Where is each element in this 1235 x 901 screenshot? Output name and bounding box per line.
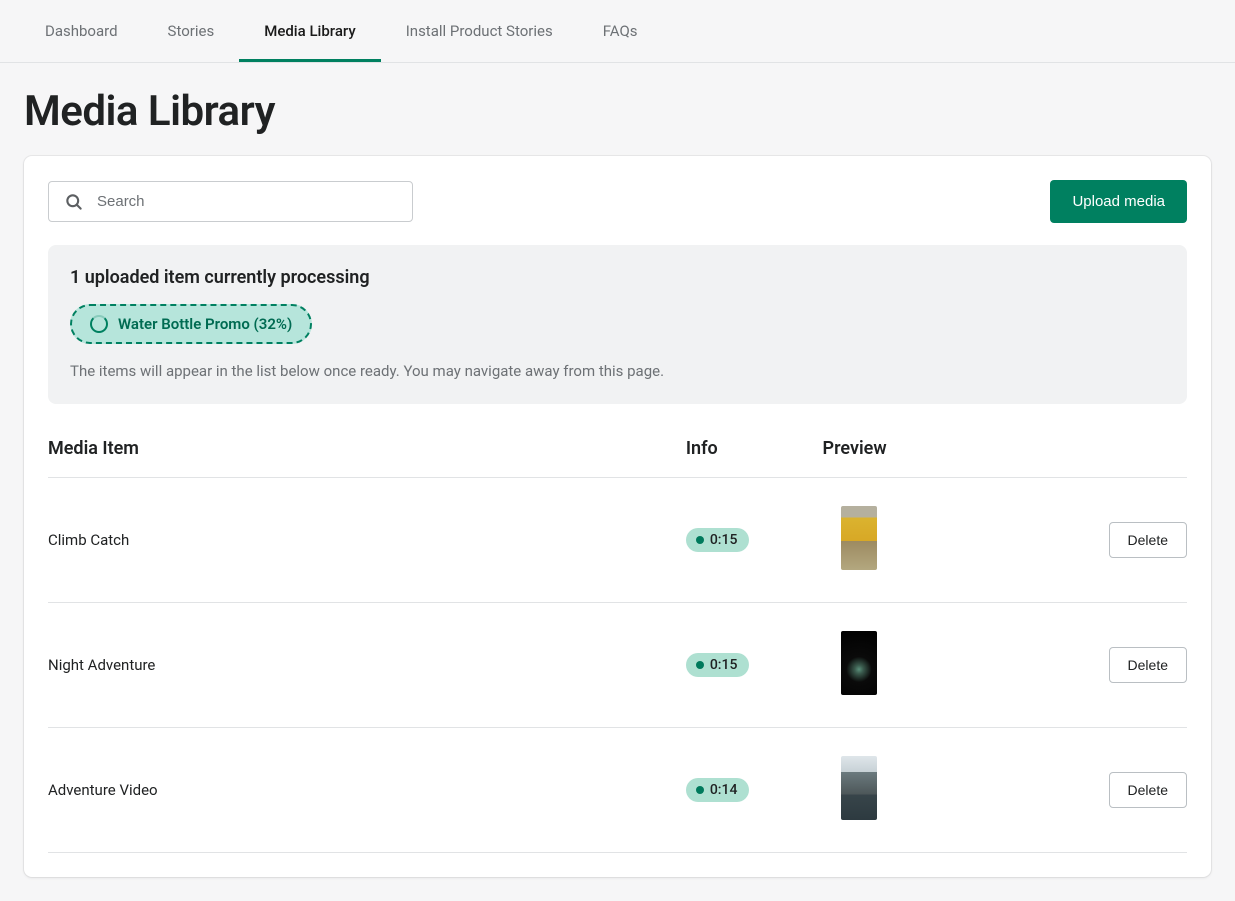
search-wrapper [48, 181, 413, 222]
delete-button[interactable]: Delete [1109, 522, 1187, 558]
table-row: Night Adventure 0:15 Delete [48, 603, 1187, 728]
delete-button[interactable]: Delete [1109, 772, 1187, 808]
table-row: Climb Catch 0:15 Delete [48, 478, 1187, 603]
delete-button[interactable]: Delete [1109, 647, 1187, 683]
status-dot-icon [696, 536, 704, 544]
tab-install-product-stories[interactable]: Install Product Stories [381, 0, 578, 62]
processing-item-label: Water Bottle Promo (32%) [118, 315, 292, 333]
status-dot-icon [696, 786, 704, 794]
processing-item-pill: Water Bottle Promo (32%) [70, 304, 312, 344]
status-dot-icon [696, 661, 704, 669]
col-header-actions [1050, 426, 1187, 478]
search-input[interactable] [48, 181, 413, 222]
col-header-name: Media Item [48, 426, 686, 478]
tab-media-library[interactable]: Media Library [239, 0, 381, 62]
tab-dashboard[interactable]: Dashboard [20, 0, 143, 62]
col-header-info: Info [686, 426, 823, 478]
processing-note: The items will appear in the list below … [70, 362, 1165, 380]
spinner-icon [90, 315, 108, 333]
duration-text: 0:14 [710, 782, 738, 798]
tab-stories[interactable]: Stories [143, 0, 240, 62]
duration-badge: 0:15 [686, 528, 750, 552]
media-library-card: Upload media 1 uploaded item currently p… [24, 156, 1211, 877]
top-navigation: Dashboard Stories Media Library Install … [0, 0, 1235, 63]
duration-text: 0:15 [710, 657, 738, 673]
table-row: Adventure Video 0:14 Delete [48, 728, 1187, 853]
media-name: Adventure Video [48, 728, 686, 853]
preview-thumbnail[interactable] [841, 631, 877, 695]
card-header-row: Upload media [48, 180, 1187, 223]
processing-banner: 1 uploaded item currently processing Wat… [48, 245, 1187, 404]
tab-faqs[interactable]: FAQs [578, 0, 663, 62]
media-name: Climb Catch [48, 478, 686, 603]
processing-title: 1 uploaded item currently processing [70, 267, 1165, 288]
preview-thumbnail[interactable] [841, 756, 877, 820]
search-icon [64, 192, 84, 212]
col-header-preview: Preview [823, 426, 1051, 478]
media-name: Night Adventure [48, 603, 686, 728]
duration-badge: 0:15 [686, 653, 750, 677]
preview-thumbnail[interactable] [841, 506, 877, 570]
media-table: Media Item Info Preview Climb Catch 0:15 [48, 426, 1187, 853]
upload-media-button[interactable]: Upload media [1050, 180, 1187, 223]
duration-badge: 0:14 [686, 778, 750, 802]
page-title: Media Library [24, 87, 1211, 136]
duration-text: 0:15 [710, 532, 738, 548]
